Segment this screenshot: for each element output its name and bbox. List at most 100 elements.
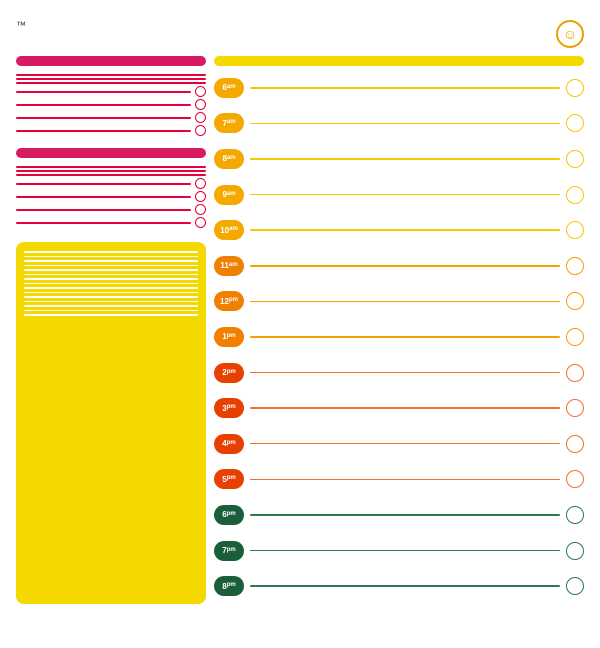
- schedule-row-10am: 10am: [214, 212, 584, 248]
- notes-line-5: [24, 269, 198, 271]
- contact-checkbox-3[interactable]: [195, 204, 206, 215]
- schedule-row-9am: 9am: [214, 177, 584, 213]
- time-bubble-2pm: 2pm: [214, 363, 244, 383]
- notes-line-7: [24, 278, 198, 280]
- schedule-checkbox-6pm[interactable]: [566, 506, 584, 524]
- schedule-row-8am: 8am: [214, 141, 584, 177]
- contact-task-line-7[interactable]: [16, 217, 206, 228]
- logo-area: ☺: [556, 20, 584, 50]
- logo-icon: ☺: [556, 20, 584, 48]
- schedule-checkbox-7pm[interactable]: [566, 542, 584, 560]
- schedule-line-3pm: [250, 407, 560, 409]
- do-task-line-7[interactable]: [16, 125, 206, 136]
- notes-line-2: [24, 256, 198, 258]
- schedule-checkbox-7am[interactable]: [566, 114, 584, 132]
- do-checkbox-1[interactable]: [195, 86, 206, 97]
- time-bubble-9am: 9am: [214, 185, 244, 205]
- schedule-row-3pm: 3pm: [214, 390, 584, 426]
- schedule-checkbox-3pm[interactable]: [566, 399, 584, 417]
- schedule-checkbox-9am[interactable]: [566, 186, 584, 204]
- do-task-line-1: [16, 74, 206, 76]
- time-bubble-7pm: 7pm: [214, 541, 244, 561]
- contact-bar-2: [16, 170, 206, 172]
- header-brand: ™: [16, 18, 26, 42]
- schedule-row-11am: 11am: [214, 248, 584, 284]
- schedule-line-5pm: [250, 479, 560, 481]
- do-bar-4: [16, 91, 191, 93]
- header-left: ™: [16, 18, 26, 45]
- notes-line-3: [24, 260, 198, 262]
- notes-line-12: [24, 301, 198, 303]
- time-bubble-5pm: 5pm: [214, 469, 244, 489]
- schedule-row-6pm: 6pm: [214, 497, 584, 533]
- notes-box: [16, 242, 206, 604]
- contact-task-line-3: [16, 174, 206, 176]
- schedule-checkbox-4pm[interactable]: [566, 435, 584, 453]
- do-task-line-4[interactable]: [16, 86, 206, 97]
- schedule-checkbox-10am[interactable]: [566, 221, 584, 239]
- notes-line-6: [24, 274, 198, 276]
- schedule-line-11am: [250, 265, 560, 267]
- do-checkbox-3[interactable]: [195, 112, 206, 123]
- right-column: 6am7am 8am 9am 10am 11am 12pm 1pm 2pm 3pm 4pm 5pm 6…: [214, 56, 584, 604]
- contact-bar-6: [16, 209, 191, 211]
- schedule-line-6pm: [250, 514, 560, 516]
- contact-bar-1: [16, 166, 206, 168]
- time-bubble-6pm: 6pm: [214, 505, 244, 525]
- schedule-checkbox-6am[interactable]: [566, 79, 584, 97]
- time-bubble-12pm: 12pm: [214, 291, 244, 311]
- time-bubble-11am: 11am: [214, 256, 244, 276]
- header: ™ ☺: [16, 18, 584, 50]
- do-task-line-3: [16, 82, 206, 84]
- contact-checkbox-1[interactable]: [195, 178, 206, 189]
- schedule-row-2pm: 2pm: [214, 355, 584, 391]
- time-bubble-1pm: 1pm: [214, 327, 244, 347]
- schedule-row-7pm: 7pm: [214, 533, 584, 569]
- do-checkbox-4[interactable]: [195, 125, 206, 136]
- contact-checkbox-2[interactable]: [195, 191, 206, 202]
- schedule-row-8pm: 8pm: [214, 568, 584, 604]
- do-bar-7: [16, 130, 191, 132]
- schedule-row-1pm: 1pm: [214, 319, 584, 355]
- schedule-checkbox-11am[interactable]: [566, 257, 584, 275]
- schedule-checkbox-1pm[interactable]: [566, 328, 584, 346]
- do-bar-3: [16, 82, 206, 84]
- do-task-line-6[interactable]: [16, 112, 206, 123]
- do-bar-1: [16, 74, 206, 76]
- do-task-line-5[interactable]: [16, 99, 206, 110]
- notes-line-15: [24, 314, 198, 316]
- schedule-line-7pm: [250, 550, 560, 552]
- schedule-checkbox-8pm[interactable]: [566, 577, 584, 595]
- contact-task-line-6[interactable]: [16, 204, 206, 215]
- contact-bar-7: [16, 222, 191, 224]
- contact-checkbox-4[interactable]: [195, 217, 206, 228]
- schedule-row-7am: 7am: [214, 106, 584, 142]
- do-bar-2: [16, 78, 206, 80]
- do-task-line-2: [16, 78, 206, 80]
- date-row: [214, 56, 584, 66]
- notes-line-4: [24, 265, 198, 267]
- schedule-checkbox-5pm[interactable]: [566, 470, 584, 488]
- schedule-checkbox-2pm[interactable]: [566, 364, 584, 382]
- schedule-row-6am: 6am: [214, 70, 584, 106]
- schedule-line-2pm: [250, 372, 560, 374]
- notes-line-13: [24, 305, 198, 307]
- notes-line-10: [24, 292, 198, 294]
- time-bubble-8am: 8am: [214, 149, 244, 169]
- contact-task-line-2: [16, 170, 206, 172]
- schedule-line-7am: [250, 123, 560, 125]
- contact-task-line-5[interactable]: [16, 191, 206, 202]
- schedule-checkbox-8am[interactable]: [566, 150, 584, 168]
- contact-task-line-1: [16, 166, 206, 168]
- contact-task-line-4[interactable]: [16, 178, 206, 189]
- schedule-checkbox-12pm[interactable]: [566, 292, 584, 310]
- notes-line-9: [24, 287, 198, 289]
- contact-bar-5: [16, 196, 191, 198]
- notes-line-11: [24, 296, 198, 298]
- schedule-line-6am: [250, 87, 560, 89]
- time-bubble-3pm: 3pm: [214, 398, 244, 418]
- schedule-row-4pm: 4pm: [214, 426, 584, 462]
- schedule-line-8am: [250, 158, 560, 160]
- date-bar[interactable]: [214, 56, 584, 66]
- do-checkbox-2[interactable]: [195, 99, 206, 110]
